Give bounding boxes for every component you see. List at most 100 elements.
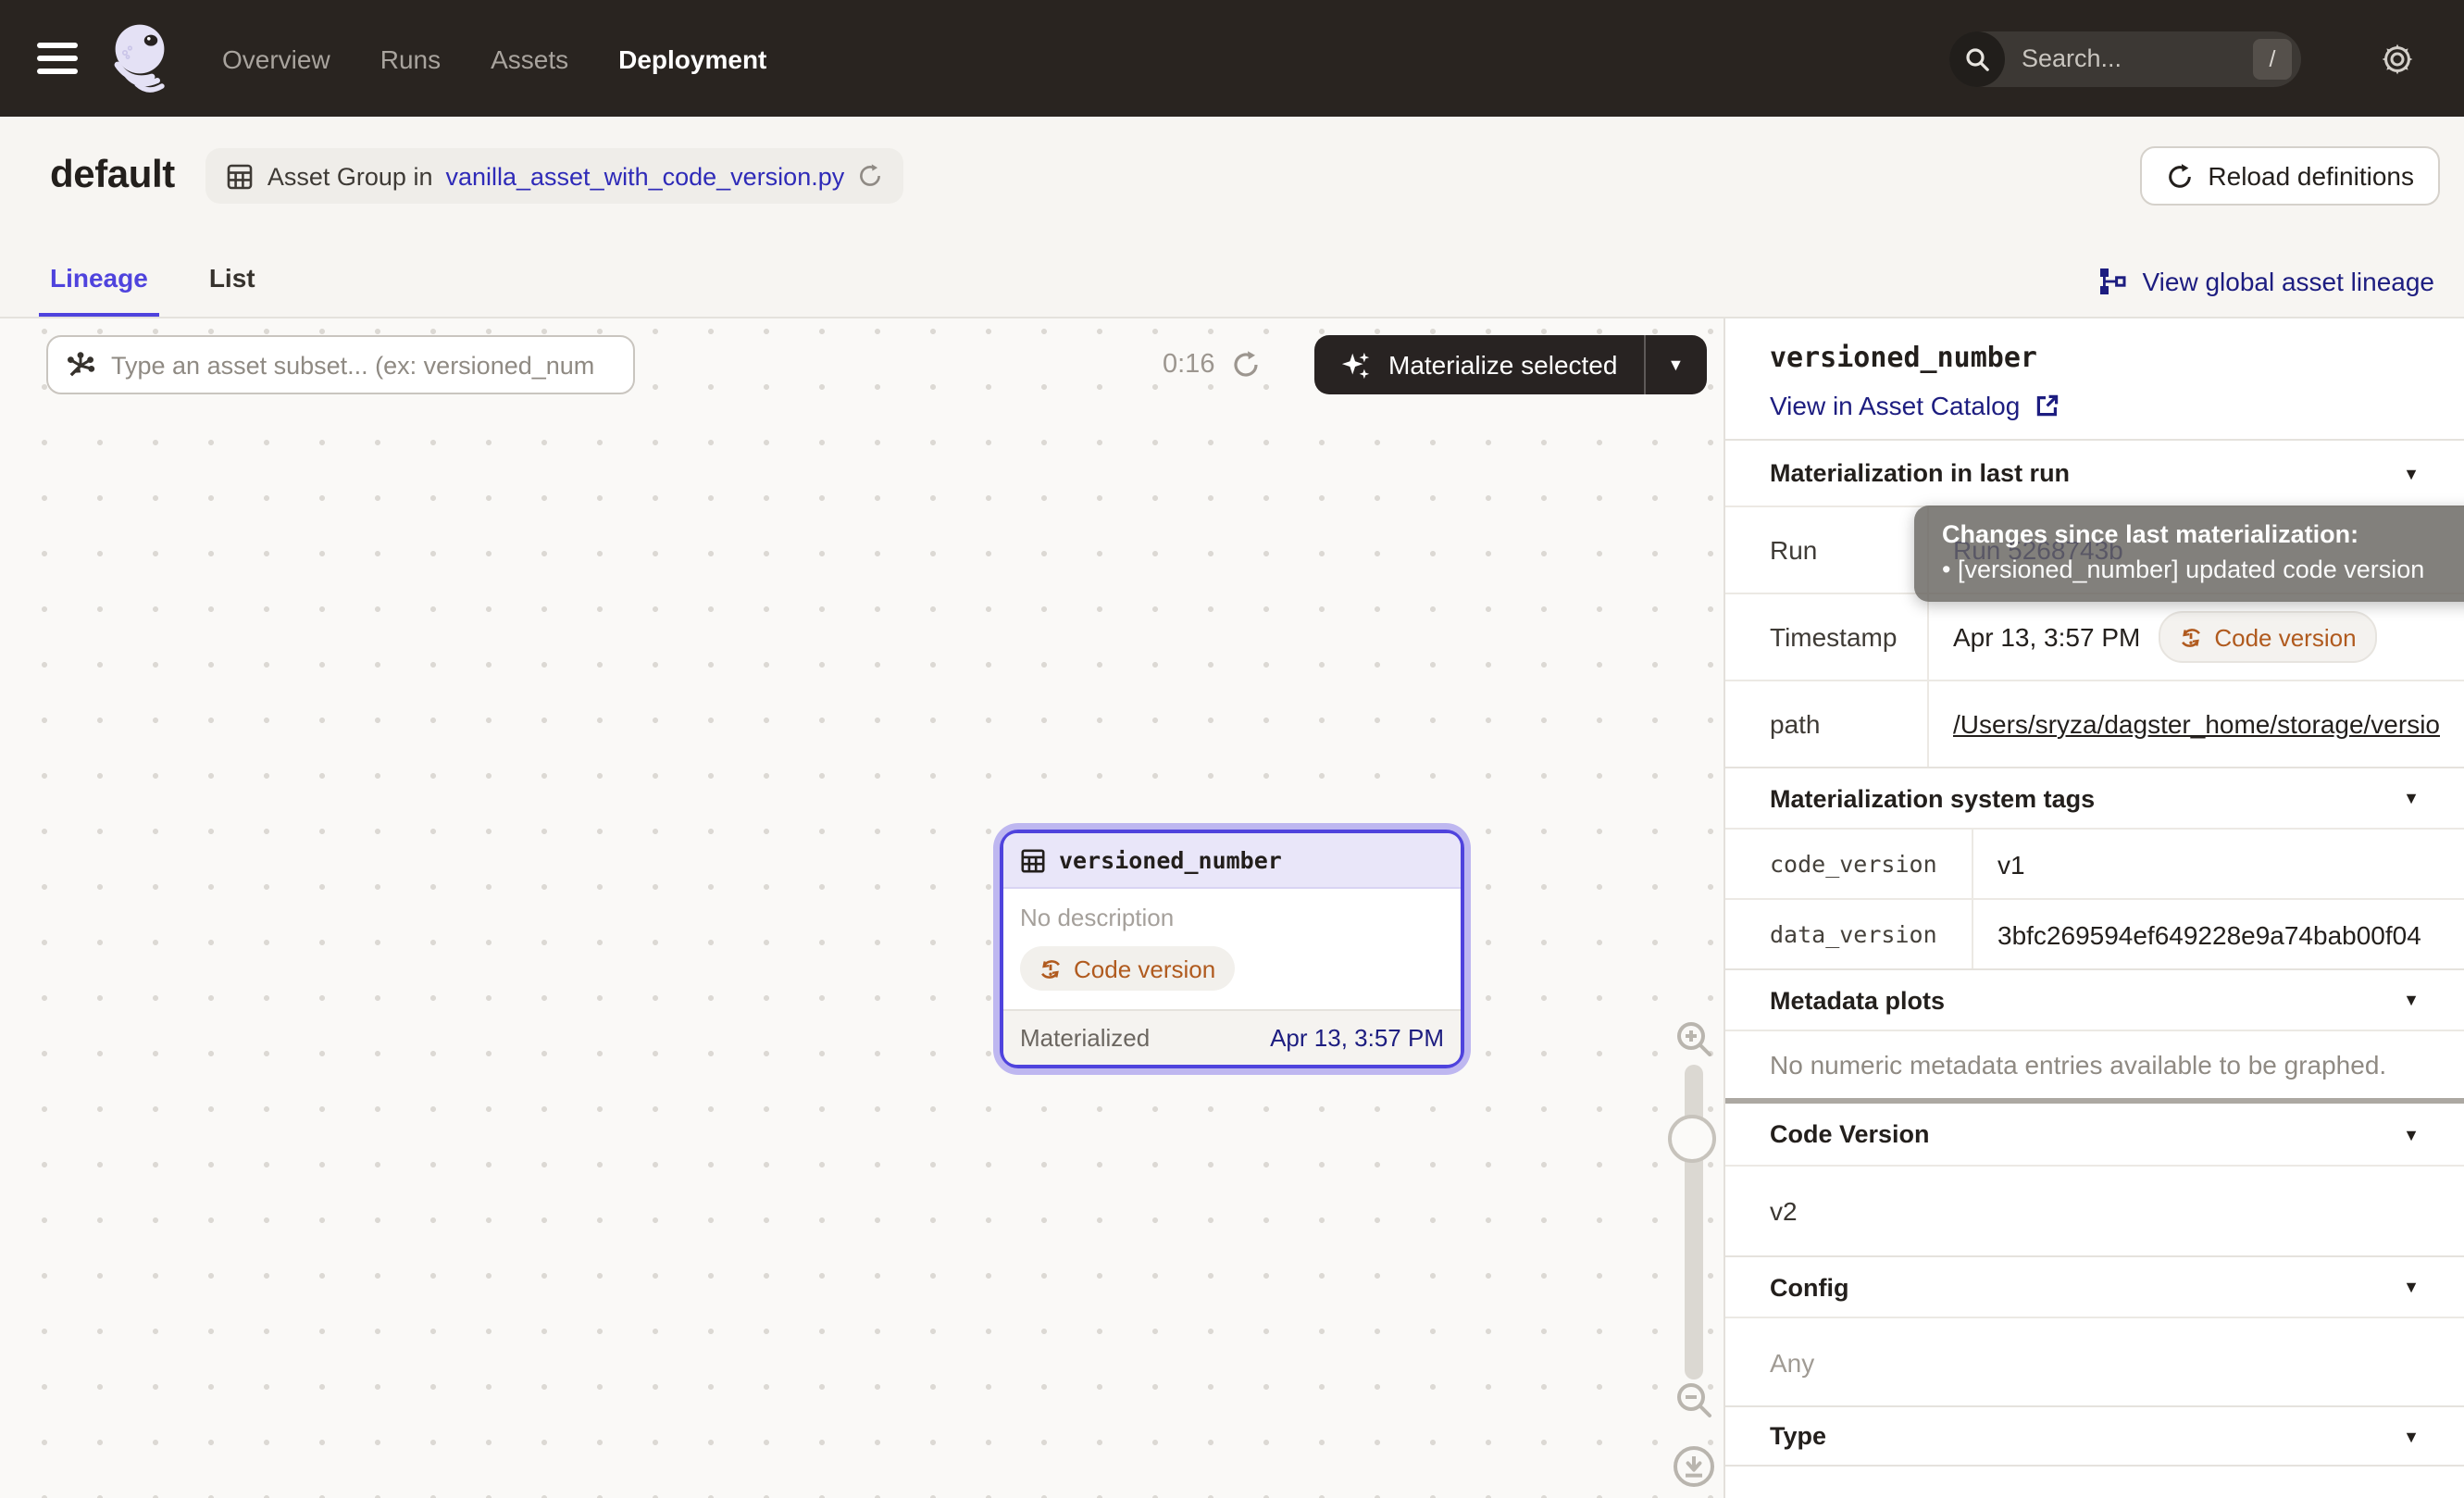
asset-group-badge-text: Asset Group in (268, 162, 433, 190)
refresh-now-icon[interactable] (1231, 350, 1261, 380)
asset-node-title: versioned_number (1059, 846, 1282, 874)
chevron-down-icon: ▼ (2403, 464, 2420, 482)
zoom-slider-handle[interactable] (1668, 1115, 1716, 1163)
asset-graph-canvas[interactable]: Type an asset subset... (ex: versioned_n… (0, 318, 1724, 1498)
page-title: default (50, 154, 175, 198)
code-version-badge: Code version (2159, 611, 2376, 663)
tabs-row: Lineage List View global asset lineage (0, 235, 2464, 318)
section-label: Type (1770, 1422, 1826, 1450)
asset-node-body: No description Code version (1003, 889, 1461, 1009)
materialize-dropdown-toggle[interactable]: ▼ (1645, 335, 1706, 394)
refresh-countdown: 0:16 (1163, 350, 1214, 380)
tab-lineage[interactable]: Lineage (50, 263, 148, 317)
search-placeholder: Search... (2022, 44, 2253, 72)
search-input[interactable]: Search... / (1949, 31, 2301, 86)
chevron-down-icon: ▼ (2403, 1427, 2420, 1445)
table-row-code-version-tag: code_version v1 (1725, 828, 2464, 898)
panel-asset-title: versioned_number (1770, 341, 2420, 374)
section-header-config[interactable]: Config ▼ (1725, 1255, 2464, 1317)
refresh-timer: 0:16 (1163, 335, 1261, 394)
section-header-metadata-plots[interactable]: Metadata plots ▼ (1725, 968, 2464, 1030)
asset-group-badge: Asset Group in vanilla_asset_with_code_v… (206, 148, 903, 204)
view-global-asset-lineage-label: View global asset lineage (2143, 267, 2435, 296)
section-label: Materialization in last run (1770, 459, 2070, 487)
zoom-out-button[interactable] (1674, 1379, 1714, 1420)
main-content: Type an asset subset... (ex: versioned_n… (0, 318, 2464, 1498)
panel-intro: versioned_number View in Asset Catalog (1725, 318, 2464, 439)
materialize-selected-button[interactable]: Materialize selected (1314, 335, 1643, 394)
tooltip-title: Changes since last materialization: (1942, 520, 2464, 548)
search-icon (1949, 31, 2005, 86)
download-image-button[interactable] (1672, 1444, 1716, 1489)
materialize-selected-label: Materialize selected (1388, 350, 1617, 380)
top-nav: Overview Runs Assets Deployment Search..… (0, 0, 2464, 117)
table-grid-icon (1020, 847, 1046, 873)
tag-key: code_version (1725, 830, 1973, 898)
storage-path-link[interactable]: /Users/sryza/dagster_home/storage/versio (1953, 709, 2440, 739)
section-header-system-tags[interactable]: Materialization system tags ▼ (1725, 767, 2464, 828)
code-version-badge-label: Code version (2214, 623, 2356, 651)
code-location-link[interactable]: vanilla_asset_with_code_version.py (445, 162, 844, 190)
nav-item-assets[interactable]: Assets (491, 44, 568, 73)
section-label: Config (1770, 1273, 1849, 1301)
table-row-data-version-tag: data_version 3bfc269594ef649228e9a74bab0… (1725, 898, 2464, 968)
nav-right: Search... / (1949, 31, 2416, 86)
chevron-down-icon: ▼ (2403, 789, 2420, 807)
nav-item-deployment[interactable]: Deployment (618, 44, 766, 73)
row-label: Timestamp (1725, 594, 1929, 680)
config-value: Any (1725, 1317, 2464, 1405)
reload-definitions-label: Reload definitions (2208, 161, 2414, 191)
code-version-sync-icon (2179, 625, 2203, 649)
search-shortcut-key: / (2253, 38, 2292, 79)
materialized-status-label: Materialized (1020, 1024, 1150, 1052)
view-in-asset-catalog-link[interactable]: View in Asset Catalog (1770, 391, 2060, 420)
page-header: default Asset Group in vanilla_asset_wit… (0, 117, 2464, 235)
tooltip-item: • [versioned_number] updated code versio… (1942, 556, 2464, 583)
op-selector-icon (65, 349, 96, 381)
section-label: Materialization system tags (1770, 784, 2095, 812)
view-global-asset-lineage-link[interactable]: View global asset lineage (2098, 267, 2435, 317)
tab-list[interactable]: List (209, 263, 255, 317)
asset-node-versioned-number[interactable]: versioned_number No description Code ver… (1000, 830, 1464, 1068)
nav-item-runs[interactable]: Runs (380, 44, 441, 73)
table-row-timestamp: Timestamp Apr 13, 3:57 PM Code version (1725, 593, 2464, 680)
row-label: path (1725, 681, 1929, 767)
asset-group-icon (227, 162, 255, 190)
dagster-logo-icon[interactable] (106, 18, 180, 99)
section-header-materialization-last-run[interactable]: Materialization in last run ▼ (1725, 439, 2464, 506)
main-nav: Overview Runs Assets Deployment (222, 44, 766, 73)
hamburger-menu-icon[interactable] (37, 43, 78, 74)
gear-icon[interactable] (2379, 40, 2416, 77)
code-version-badge-label: Code version (1074, 955, 1215, 982)
code-version-value: v2 (1725, 1165, 2464, 1255)
section-label: Metadata plots (1770, 986, 1945, 1014)
chevron-down-icon: ▼ (2403, 1278, 2420, 1296)
section-header-type[interactable]: Type ▼ (1725, 1405, 2464, 1467)
zoom-in-button[interactable] (1674, 1018, 1714, 1059)
dagster-app: Overview Runs Assets Deployment Search..… (0, 0, 2464, 1498)
refresh-location-icon[interactable] (857, 163, 883, 189)
asset-node-footer: Materialized Apr 13, 3:57 PM (1003, 1009, 1461, 1065)
lineage-graph-icon (2098, 267, 2128, 296)
changes-tooltip: Changes since last materialization: • [v… (1914, 506, 2464, 602)
row-label: Run (1725, 507, 1929, 593)
metadata-plots-empty-message: No numeric metadata entries available to… (1725, 1030, 2464, 1098)
code-version-changed-badge: Code version (1020, 946, 1234, 991)
zoom-slider-track[interactable] (1685, 1065, 1703, 1379)
reload-icon (2165, 162, 2193, 190)
view-in-asset-catalog-label: View in Asset Catalog (1770, 391, 2020, 420)
section-header-code-version[interactable]: Code Version ▼ (1725, 1104, 2464, 1165)
materialized-time-link[interactable]: Apr 13, 3:57 PM (1270, 1024, 1444, 1052)
chevron-down-icon: ▼ (2403, 1125, 2420, 1143)
reload-definitions-button[interactable]: Reload definitions (2139, 146, 2440, 206)
table-row-path: path /Users/sryza/dagster_home/storage/v… (1725, 680, 2464, 767)
asset-subset-placeholder: Type an asset subset... (ex: versioned_n… (111, 351, 594, 379)
asset-node-description: No description (1020, 904, 1444, 931)
asset-subset-input[interactable]: Type an asset subset... (ex: versioned_n… (46, 335, 635, 394)
materialize-sparkle-icon (1340, 349, 1372, 381)
tag-value: v1 (1973, 830, 2464, 898)
asset-details-panel: versioned_number View in Asset Catalog M… (1724, 318, 2464, 1498)
tag-key: data_version (1725, 900, 1973, 968)
timestamp-value: Apr 13, 3:57 PM (1953, 622, 2140, 652)
nav-item-overview[interactable]: Overview (222, 44, 330, 73)
